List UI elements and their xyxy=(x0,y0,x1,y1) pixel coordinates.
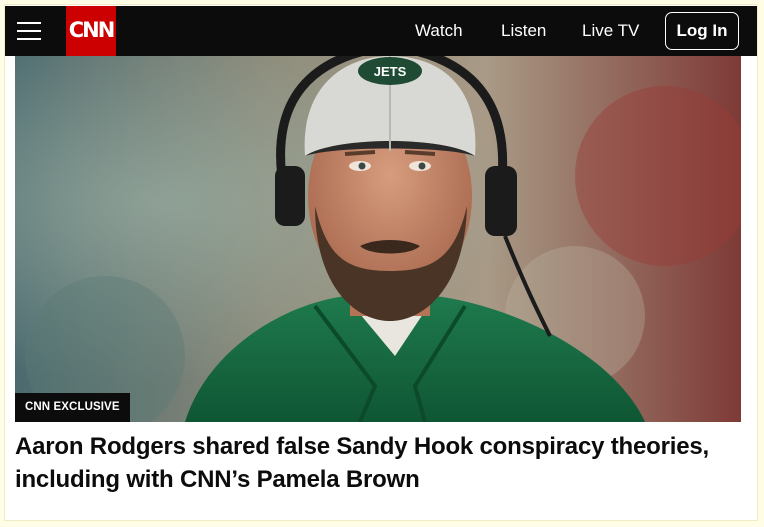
cap-logo-text: JETS xyxy=(374,64,407,79)
exclusive-badge: CNN EXCLUSIVE xyxy=(15,393,130,422)
hero-illustration: JETS xyxy=(15,56,741,422)
login-button[interactable]: Log In xyxy=(665,12,739,50)
cnn-logo[interactable]: CNN xyxy=(66,6,116,56)
hamburger-menu-icon[interactable] xyxy=(17,19,41,43)
story-headline[interactable]: Aaron Rodgers shared false Sandy Hook co… xyxy=(15,430,715,496)
logo-text: CNN xyxy=(68,18,116,42)
top-navbar: CNN Watch Listen Live TV Log In xyxy=(5,6,757,56)
hero-photo[interactable]: JETS xyxy=(15,56,741,422)
nav-watch[interactable]: Watch xyxy=(415,21,463,41)
nav-listen[interactable]: Listen xyxy=(501,21,546,41)
nav-live-tv[interactable]: Live TV xyxy=(582,21,639,41)
